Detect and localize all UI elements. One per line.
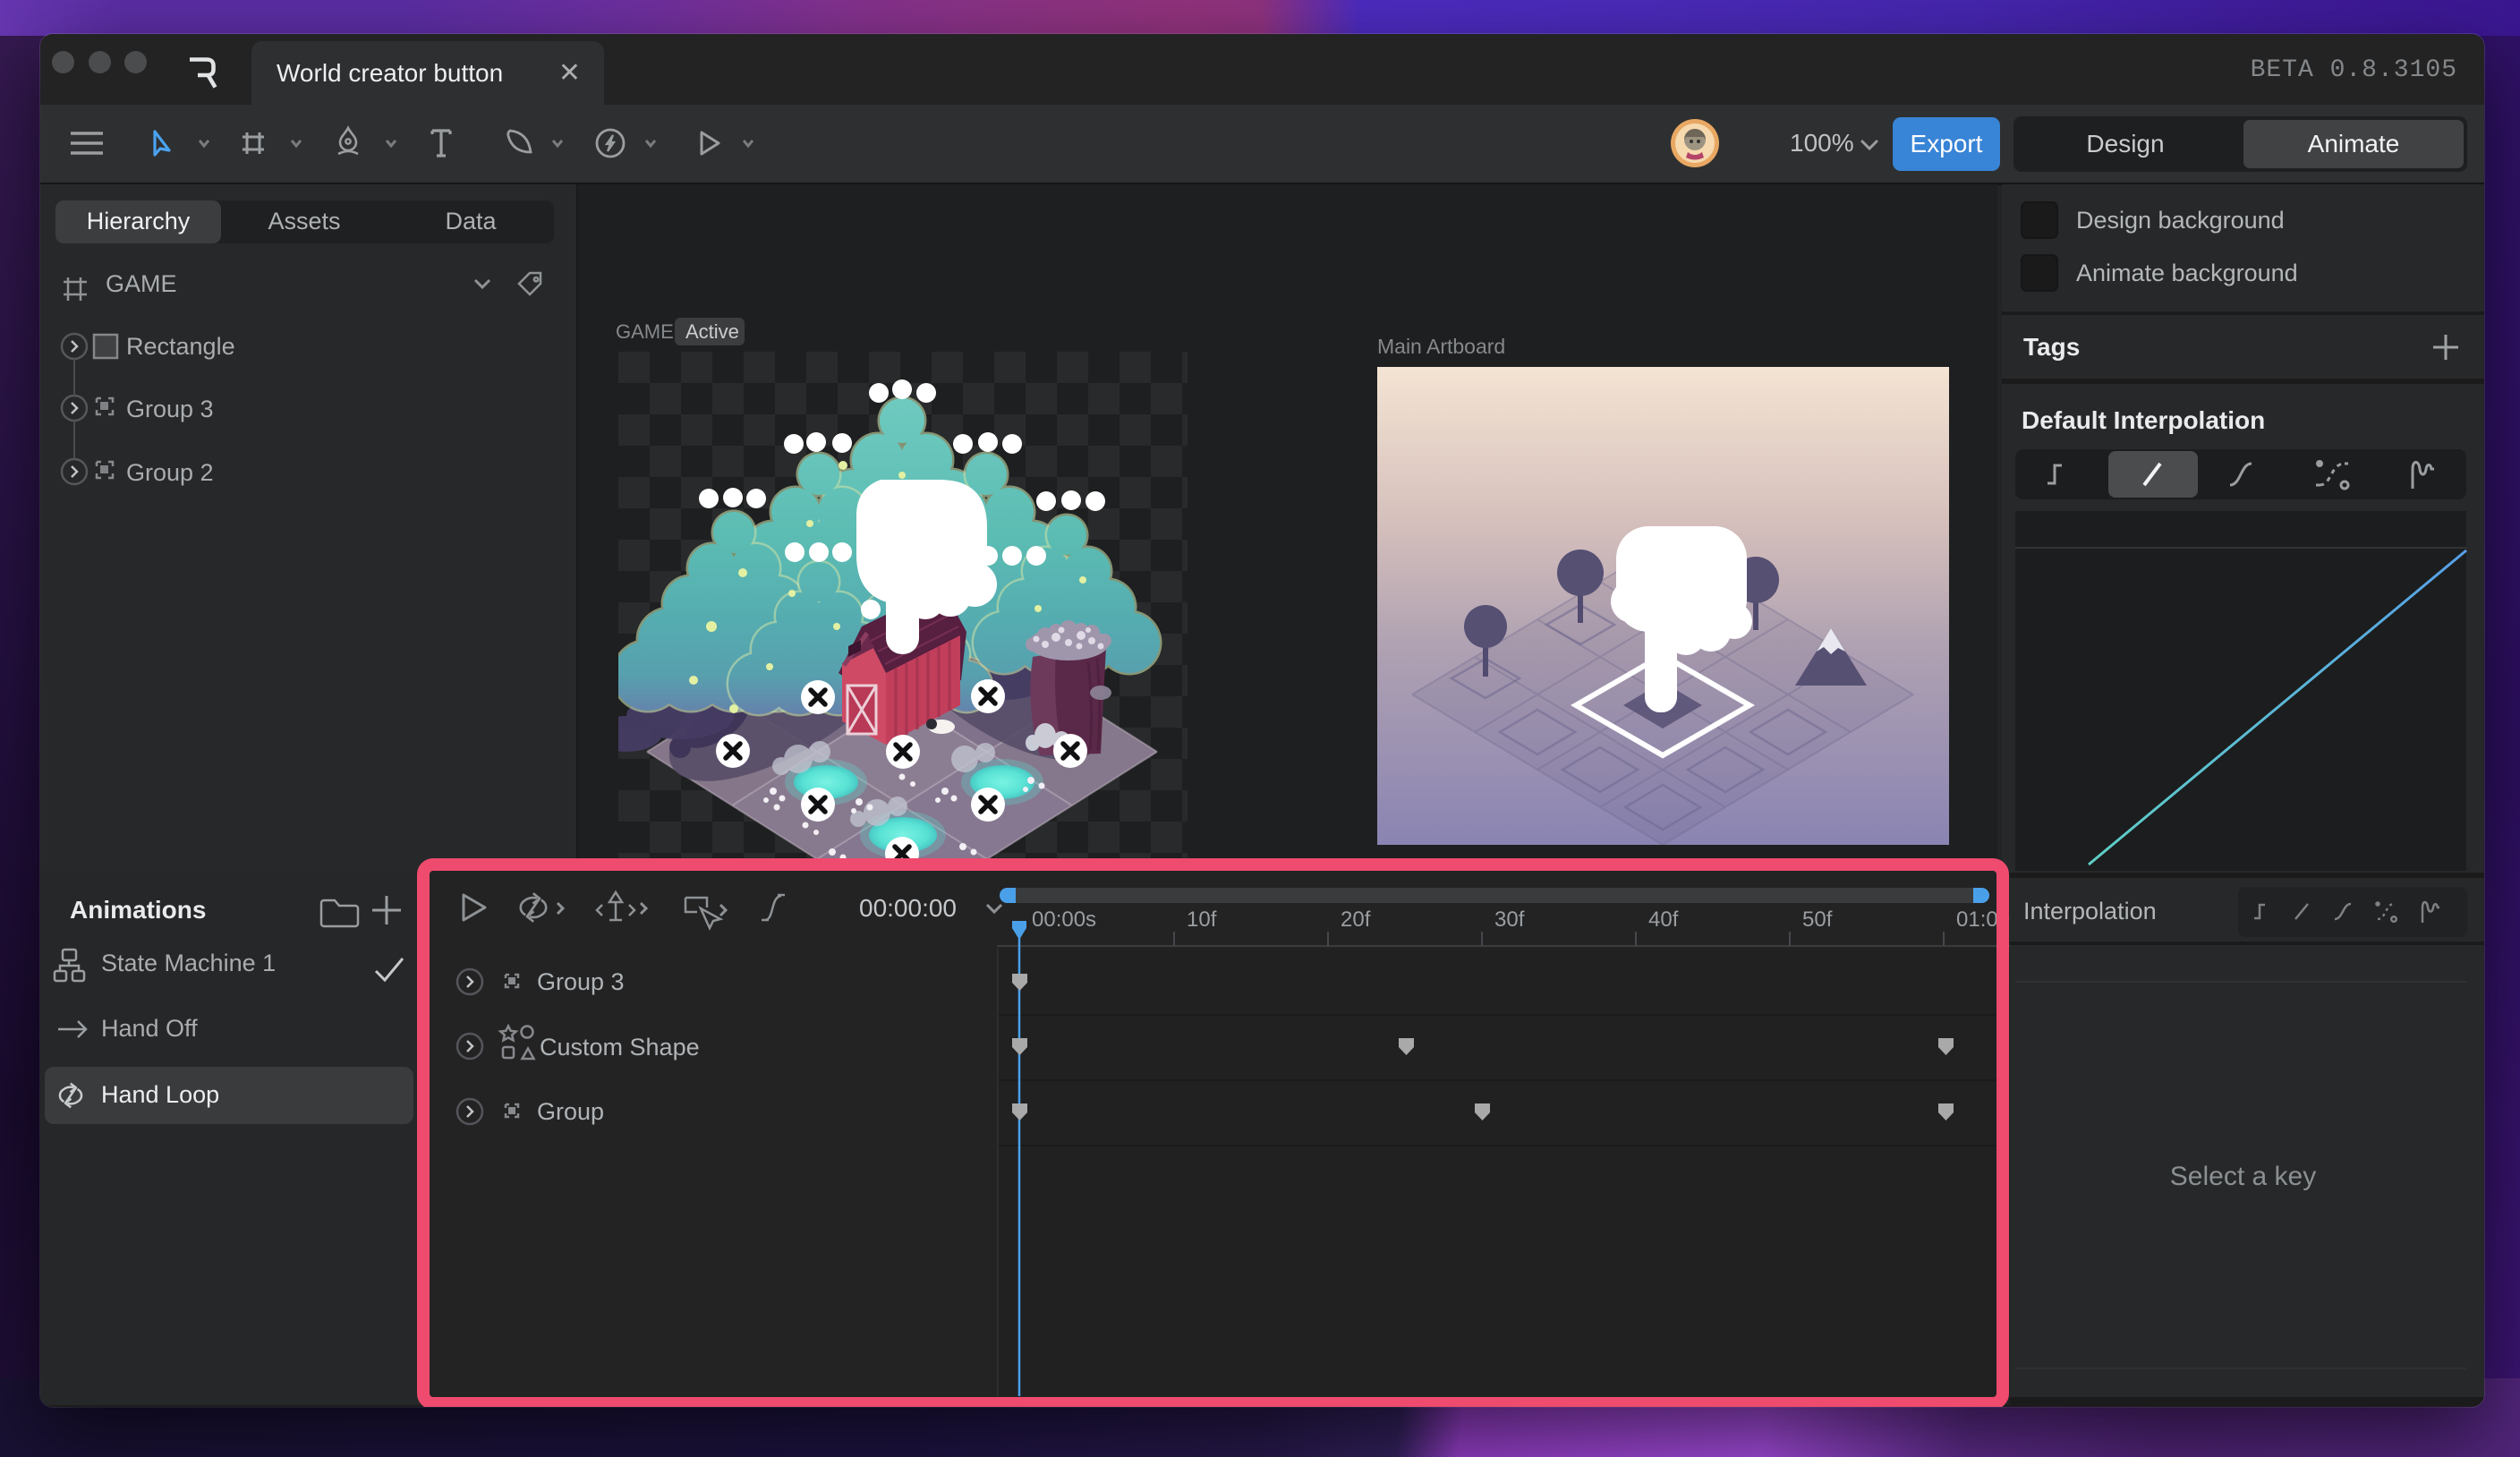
- svg-text:Main Artboard: Main Artboard: [1377, 335, 1505, 358]
- svg-text:GAME: GAME: [616, 320, 674, 343]
- svg-text:Active: Active: [685, 320, 739, 343]
